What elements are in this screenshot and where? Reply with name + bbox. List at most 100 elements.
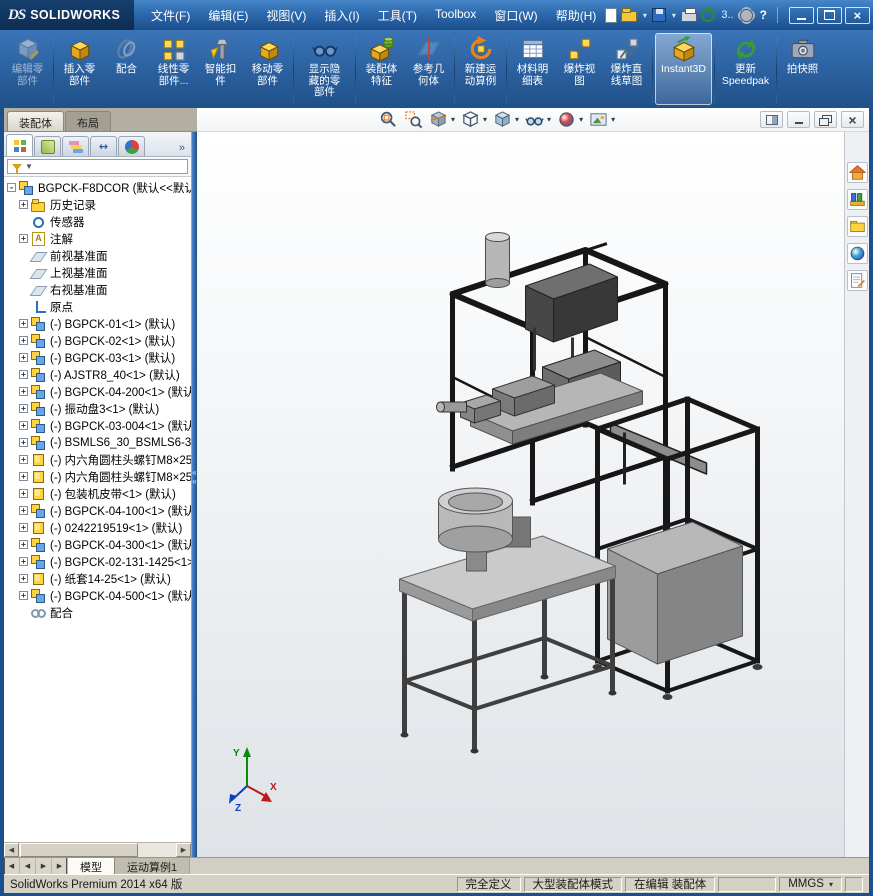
tree-filter-input[interactable]: [7, 159, 188, 174]
expander[interactable]: +: [19, 591, 28, 600]
save-dropdown-icon[interactable]: [670, 11, 677, 20]
menu-window[interactable]: 窗口(W): [485, 3, 546, 28]
save-icon[interactable]: [652, 8, 667, 22]
tree-item[interactable]: + 注解: [4, 230, 191, 247]
open-dropdown-icon[interactable]: [641, 11, 648, 20]
previous-tab-icon[interactable]: [20, 858, 36, 874]
tree-item[interactable]: 原点: [4, 298, 191, 315]
tree-item[interactable]: 配合: [4, 604, 191, 621]
expander[interactable]: [19, 302, 28, 311]
tree-item[interactable]: 上视基准面: [4, 264, 191, 281]
tree-item[interactable]: - BGPCK-F8DCOR (默认<<默认>_显: [4, 179, 191, 196]
menu-edit[interactable]: 编辑(E): [199, 3, 257, 28]
new-motion-study-button[interactable]: 新建运 动算例: [457, 33, 504, 105]
smart-fasteners-button[interactable]: 智能扣 件: [197, 33, 244, 105]
file-explorer-button[interactable]: [846, 216, 868, 237]
expander[interactable]: +: [19, 557, 28, 566]
featuremanager-tree-tab[interactable]: [6, 134, 33, 156]
expander[interactable]: +: [19, 438, 28, 447]
expander[interactable]: [19, 251, 28, 260]
tree-item[interactable]: 前视基准面: [4, 247, 191, 264]
configurationmanager-tab[interactable]: [62, 136, 89, 156]
edit-component-button[interactable]: 编辑零 部件: [4, 33, 51, 105]
tree-item[interactable]: + (-) 包装机皮带<1> (默认): [4, 485, 191, 502]
expander[interactable]: +: [19, 336, 28, 345]
update-speedpak-button[interactable]: 更新 Speedpak: [717, 33, 774, 105]
appearances-button[interactable]: [846, 243, 868, 264]
open-icon[interactable]: [621, 8, 638, 22]
tree-item[interactable]: + (-) BGPCK-02-131-1425<1> (默: [4, 553, 191, 570]
scroll-left-icon[interactable]: [4, 843, 19, 857]
expander[interactable]: +: [19, 370, 28, 379]
filter-dropdown-icon[interactable]: [25, 162, 33, 171]
tree-item[interactable]: + (-) BSMLS6_30_BSMLS6-30<1>: [4, 434, 191, 451]
apply-scene-icon[interactable]: [589, 110, 608, 129]
graphics-area[interactable]: Y X Z: [197, 132, 869, 857]
rebuild-icon[interactable]: [701, 8, 716, 22]
expander[interactable]: +: [19, 574, 28, 583]
expander[interactable]: +: [19, 387, 28, 396]
expander[interactable]: +: [19, 540, 28, 549]
expander[interactable]: +: [19, 404, 28, 413]
expander[interactable]: +: [19, 506, 28, 515]
scrollbar-track[interactable]: [139, 843, 176, 857]
options-gear-icon[interactable]: [739, 8, 753, 22]
toolbar-overflow-label[interactable]: 3..: [719, 9, 735, 21]
expander[interactable]: +: [19, 234, 28, 243]
tree-item[interactable]: + (-) 0242219519<1> (默认): [4, 519, 191, 536]
assembly-features-button[interactable]: 装配体 特征: [358, 33, 405, 105]
tree-item[interactable]: 右视基准面: [4, 281, 191, 298]
view-orientation-icon[interactable]: [461, 110, 480, 129]
edit-appearance-icon[interactable]: [557, 110, 576, 129]
hide-show-dropdown-icon[interactable]: [547, 115, 551, 124]
bill-of-materials-button[interactable]: 材料明 细表: [509, 33, 556, 105]
section-view-icon[interactable]: [429, 110, 448, 129]
tree-item[interactable]: + (-) AJSTR8_40<1> (默认): [4, 366, 191, 383]
units-selector[interactable]: MMGS: [779, 876, 842, 892]
mate-button[interactable]: 配合: [103, 33, 150, 105]
linear-component-pattern-button[interactable]: 线性零 部件...: [150, 33, 197, 105]
design-library-button[interactable]: [846, 189, 868, 210]
expander[interactable]: +: [19, 200, 28, 209]
dimxpertmanager-tab[interactable]: [90, 136, 117, 156]
tree-item[interactable]: + (-) BGPCK-03-004<1> (默认): [4, 417, 191, 434]
section-view-dropdown-icon[interactable]: [451, 115, 455, 124]
view-orientation-dropdown-icon[interactable]: [483, 115, 487, 124]
expander[interactable]: [19, 268, 28, 277]
tab-assembly[interactable]: 装配体: [7, 111, 64, 131]
first-tab-icon[interactable]: [4, 858, 20, 874]
solidworks-resources-button[interactable]: [846, 162, 868, 183]
expander[interactable]: [19, 285, 28, 294]
display-style-dropdown-icon[interactable]: [515, 115, 519, 124]
zoom-to-area-icon[interactable]: [404, 110, 423, 129]
menu-file[interactable]: 文件(F): [142, 3, 199, 28]
tree-item[interactable]: + (-) 内六角圆柱头螺钉M8×25[: [4, 451, 191, 468]
task-pane-toggle-icon[interactable]: [760, 111, 783, 128]
new-document-icon[interactable]: [605, 7, 618, 23]
help-icon[interactable]: ?: [757, 8, 770, 22]
window-close-icon[interactable]: [844, 6, 870, 24]
display-style-icon[interactable]: [493, 110, 512, 129]
document-minimize-icon[interactable]: [787, 111, 810, 128]
panel-tabs-overflow-icon[interactable]: [175, 142, 189, 156]
tree-item[interactable]: + (-) BGPCK-04-500<1> (默认): [4, 587, 191, 604]
print-icon[interactable]: [681, 7, 698, 22]
tree-item[interactable]: + (-) 振动盘3<1> (默认): [4, 400, 191, 417]
expander[interactable]: +: [19, 319, 28, 328]
expander[interactable]: -: [7, 183, 16, 192]
tree-item[interactable]: + (-) BGPCK-04-100<1> (默认): [4, 502, 191, 519]
document-restore-icon[interactable]: [814, 111, 837, 128]
tree-item[interactable]: + (-) BGPCK-04-200<1> (默认): [4, 383, 191, 400]
exploded-view-button[interactable]: 爆炸视 图: [556, 33, 603, 105]
menu-help[interactable]: 帮助(H): [547, 3, 606, 28]
tree-item[interactable]: + (-) 内六角圆柱头螺钉M8×25[: [4, 468, 191, 485]
tree-item[interactable]: + (-) BGPCK-02<1> (默认): [4, 332, 191, 349]
appearance-dropdown-icon[interactable]: [579, 115, 583, 124]
menu-insert[interactable]: 插入(I): [315, 3, 368, 28]
tree-item[interactable]: 传感器: [4, 213, 191, 230]
tree-item[interactable]: + 历史记录: [4, 196, 191, 213]
expander[interactable]: +: [19, 523, 28, 532]
document-close-icon[interactable]: [841, 111, 864, 128]
expander[interactable]: +: [19, 472, 28, 481]
assembly-model[interactable]: [372, 217, 807, 762]
